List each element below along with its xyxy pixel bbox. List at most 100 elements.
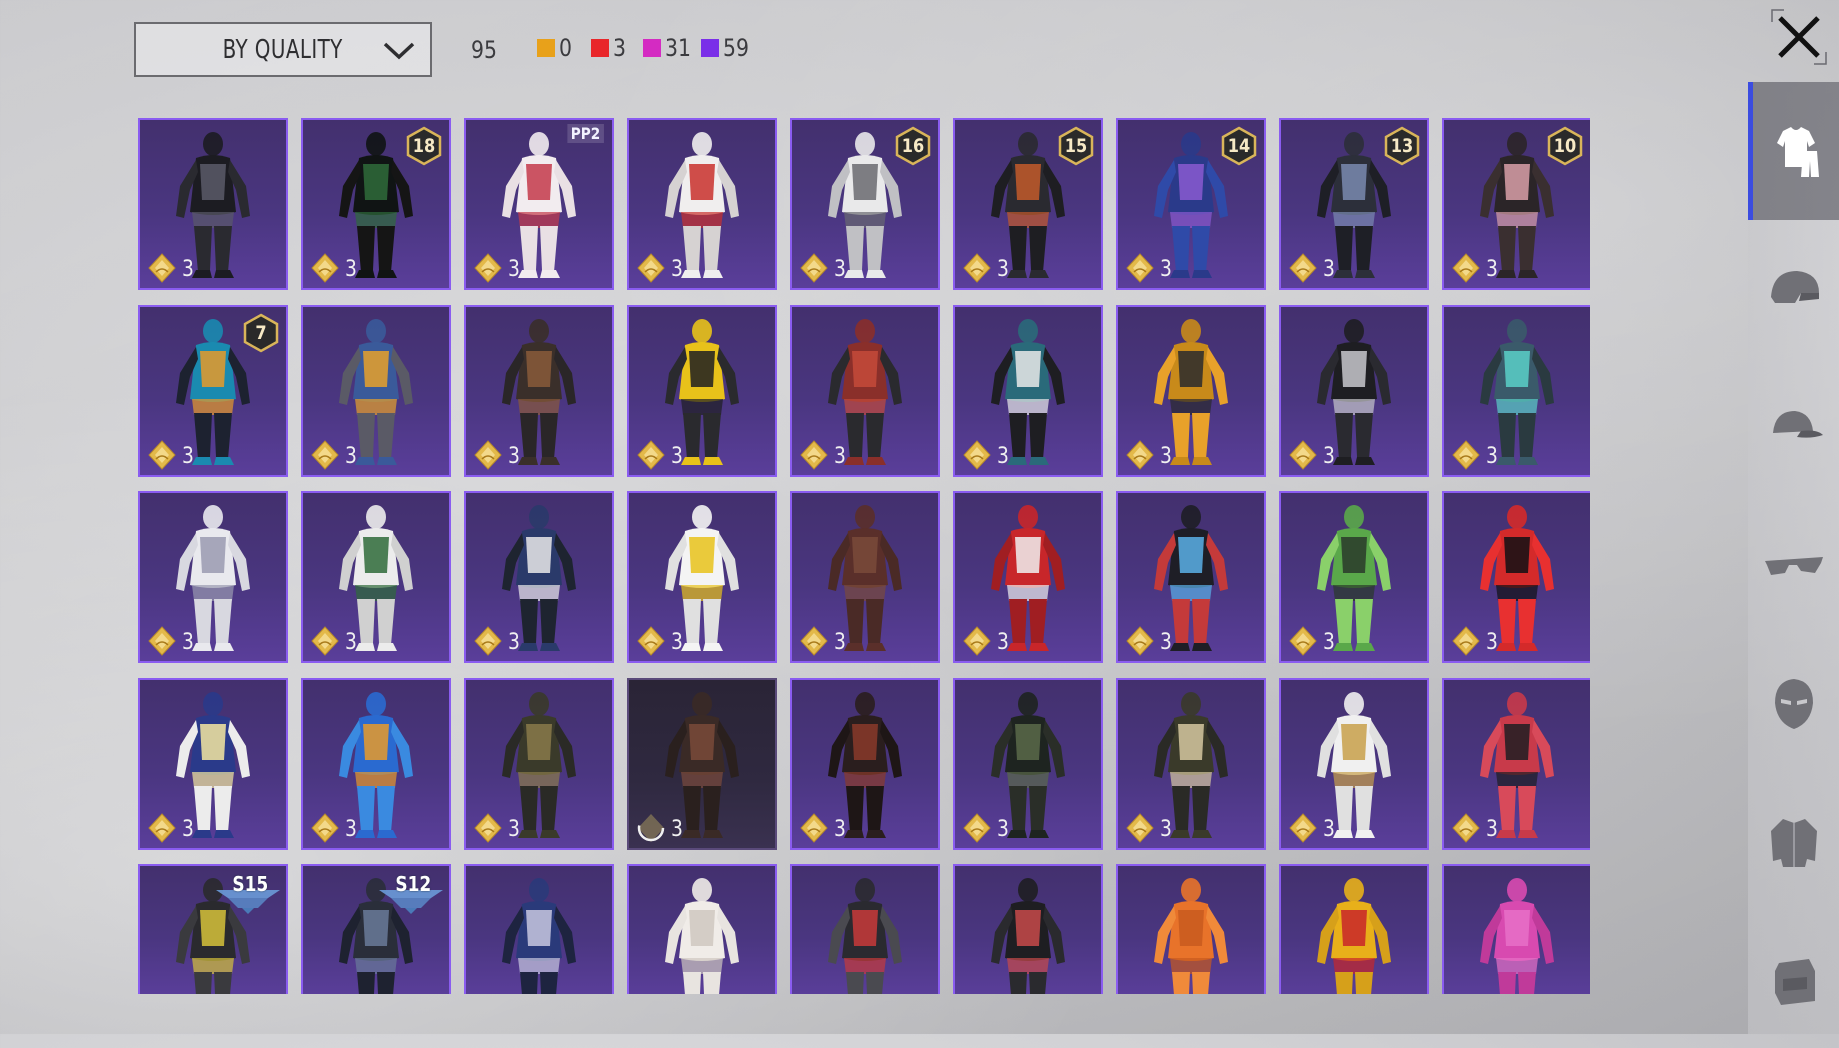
outfit-tile[interactable]: 3 13 — [1279, 118, 1429, 290]
item-count: 3 — [1160, 630, 1172, 655]
backpacks-tab[interactable] — [1748, 910, 1839, 1048]
outfit-tile[interactable]: 3 PP2 — [464, 118, 614, 290]
item-count: 3 — [834, 816, 846, 842]
outfit-tile[interactable]: 3 — [1116, 677, 1266, 850]
outfit-tile[interactable] — [1279, 864, 1429, 994]
coin-icon — [800, 812, 828, 843]
outfit-tile[interactable]: 3 — [1116, 304, 1266, 477]
outfit-tile[interactable]: 3 — [138, 491, 288, 663]
backpack-icon — [1774, 959, 1815, 1005]
quality-swatch — [537, 39, 555, 57]
item-count: 3 — [182, 257, 194, 282]
item-count: 3 — [345, 816, 357, 842]
item-count: 3 — [1486, 257, 1498, 282]
item-count: 3 — [1486, 443, 1498, 469]
coin-icon — [1289, 439, 1317, 470]
outfit-tile[interactable]: 3 16 — [790, 118, 940, 290]
outfit-tile[interactable]: 3 — [1116, 491, 1266, 663]
outfit-figure — [991, 878, 1065, 994]
item-count: 3 — [345, 257, 357, 282]
outfit-tile[interactable]: 3 — [790, 304, 940, 477]
coin-icon — [1126, 812, 1154, 843]
outfit-tile[interactable]: 3 7 — [138, 304, 288, 477]
item-count: 3 — [1323, 816, 1335, 842]
outfit-tile[interactable]: 3 14 — [1116, 118, 1266, 290]
hats-tab[interactable] — [1748, 358, 1839, 496]
outfit-tile[interactable]: 3 — [627, 491, 777, 663]
item-count: 3 — [508, 630, 520, 655]
outfit-tile[interactable] — [790, 864, 940, 994]
outfit-tile[interactable]: 3 — [953, 677, 1103, 850]
coin-icon — [474, 439, 502, 470]
outfit-tile[interactable]: 3 — [464, 677, 614, 850]
level-number: 18 — [412, 135, 436, 157]
helmets-tab[interactable] — [1748, 220, 1839, 358]
helmet-icon — [1770, 271, 1819, 303]
outfit-tile[interactable]: 3 — [790, 491, 940, 663]
outfit-tile[interactable]: 3 — [953, 304, 1103, 477]
outfit-tile[interactable]: 3 — [1442, 491, 1590, 663]
outfit-tile[interactable]: 3 — [464, 491, 614, 663]
sort-dropdown[interactable]: BY QUALITY — [134, 22, 432, 77]
outfit-tile[interactable]: 3 — [301, 491, 451, 663]
outfit-tile[interactable]: 3 — [301, 677, 451, 850]
item-count: 3 — [671, 816, 683, 842]
outfit-tile[interactable] — [1442, 864, 1590, 994]
item-count: 3 — [1160, 443, 1172, 469]
outfit-tile[interactable]: 3 — [1279, 677, 1429, 850]
outfit-tile[interactable]: 3 — [138, 118, 288, 290]
glasses-tab[interactable] — [1748, 496, 1839, 634]
outfit-tile[interactable]: 3 — [464, 304, 614, 477]
outfits-tab[interactable] — [1748, 82, 1839, 220]
outfit-tile[interactable]: 3 — [1442, 304, 1590, 477]
coin-icon — [1452, 626, 1480, 656]
outfit-tile[interactable]: 3 18 — [301, 118, 451, 290]
outfit-tile[interactable]: 3 — [627, 118, 777, 290]
item-count: 3 — [1160, 257, 1172, 282]
quality-count-epic: 31 — [643, 36, 696, 60]
coin-icon — [800, 626, 828, 656]
quality-count-rare: 59 — [701, 36, 754, 60]
outfit-tile[interactable] — [1116, 864, 1266, 994]
outfit-tile[interactable]: 3 — [301, 304, 451, 477]
quality-swatch — [701, 39, 719, 57]
outfit-tile[interactable]: 3 — [138, 677, 288, 850]
coin-icon — [1126, 439, 1154, 470]
tops-tab[interactable] — [1748, 772, 1839, 910]
masks-tab[interactable] — [1748, 634, 1839, 772]
mask-icon — [1774, 679, 1813, 729]
outfit-tile[interactable]: S15 — [138, 864, 288, 994]
coin-icon — [148, 439, 176, 470]
outfit-tile[interactable]: 3 15 — [953, 118, 1103, 290]
item-count: 3 — [1486, 630, 1498, 655]
outfit-tile[interactable]: 3 — [627, 677, 777, 850]
outfit-tile[interactable]: 3 — [1279, 304, 1429, 477]
coin-icon — [474, 253, 502, 283]
coin-icon — [963, 626, 991, 656]
outfit-tile[interactable]: 3 10 — [1442, 118, 1590, 290]
outfit-tile[interactable]: 3 — [1442, 677, 1590, 850]
outfit-tile[interactable]: 3 — [1279, 491, 1429, 663]
outfit-tile[interactable]: S12 — [301, 864, 451, 994]
outfit-tile[interactable] — [627, 864, 777, 994]
outfit-tile[interactable]: 3 — [790, 677, 940, 850]
close-icon[interactable] — [1770, 8, 1828, 66]
item-count: 3 — [997, 630, 1009, 655]
outfit-tile[interactable] — [464, 864, 614, 994]
item-count: 3 — [1323, 257, 1335, 282]
outfit-figure — [1480, 878, 1554, 994]
outfit-tile[interactable]: 3 — [953, 491, 1103, 663]
coin-icon — [800, 253, 828, 283]
item-count: 3 — [1323, 630, 1335, 655]
item-count: 3 — [182, 443, 194, 469]
outfit-tile[interactable]: 3 — [627, 304, 777, 477]
item-count: 3 — [508, 257, 520, 282]
item-count: 3 — [1323, 443, 1335, 469]
cap-icon — [1772, 411, 1823, 438]
item-count: 3 — [997, 443, 1009, 469]
tag-badge: PP2 — [567, 124, 604, 143]
coin-icon — [1289, 812, 1317, 843]
outfit-tile[interactable] — [953, 864, 1103, 994]
coin-icon — [311, 626, 339, 656]
coin-icon — [963, 253, 991, 283]
